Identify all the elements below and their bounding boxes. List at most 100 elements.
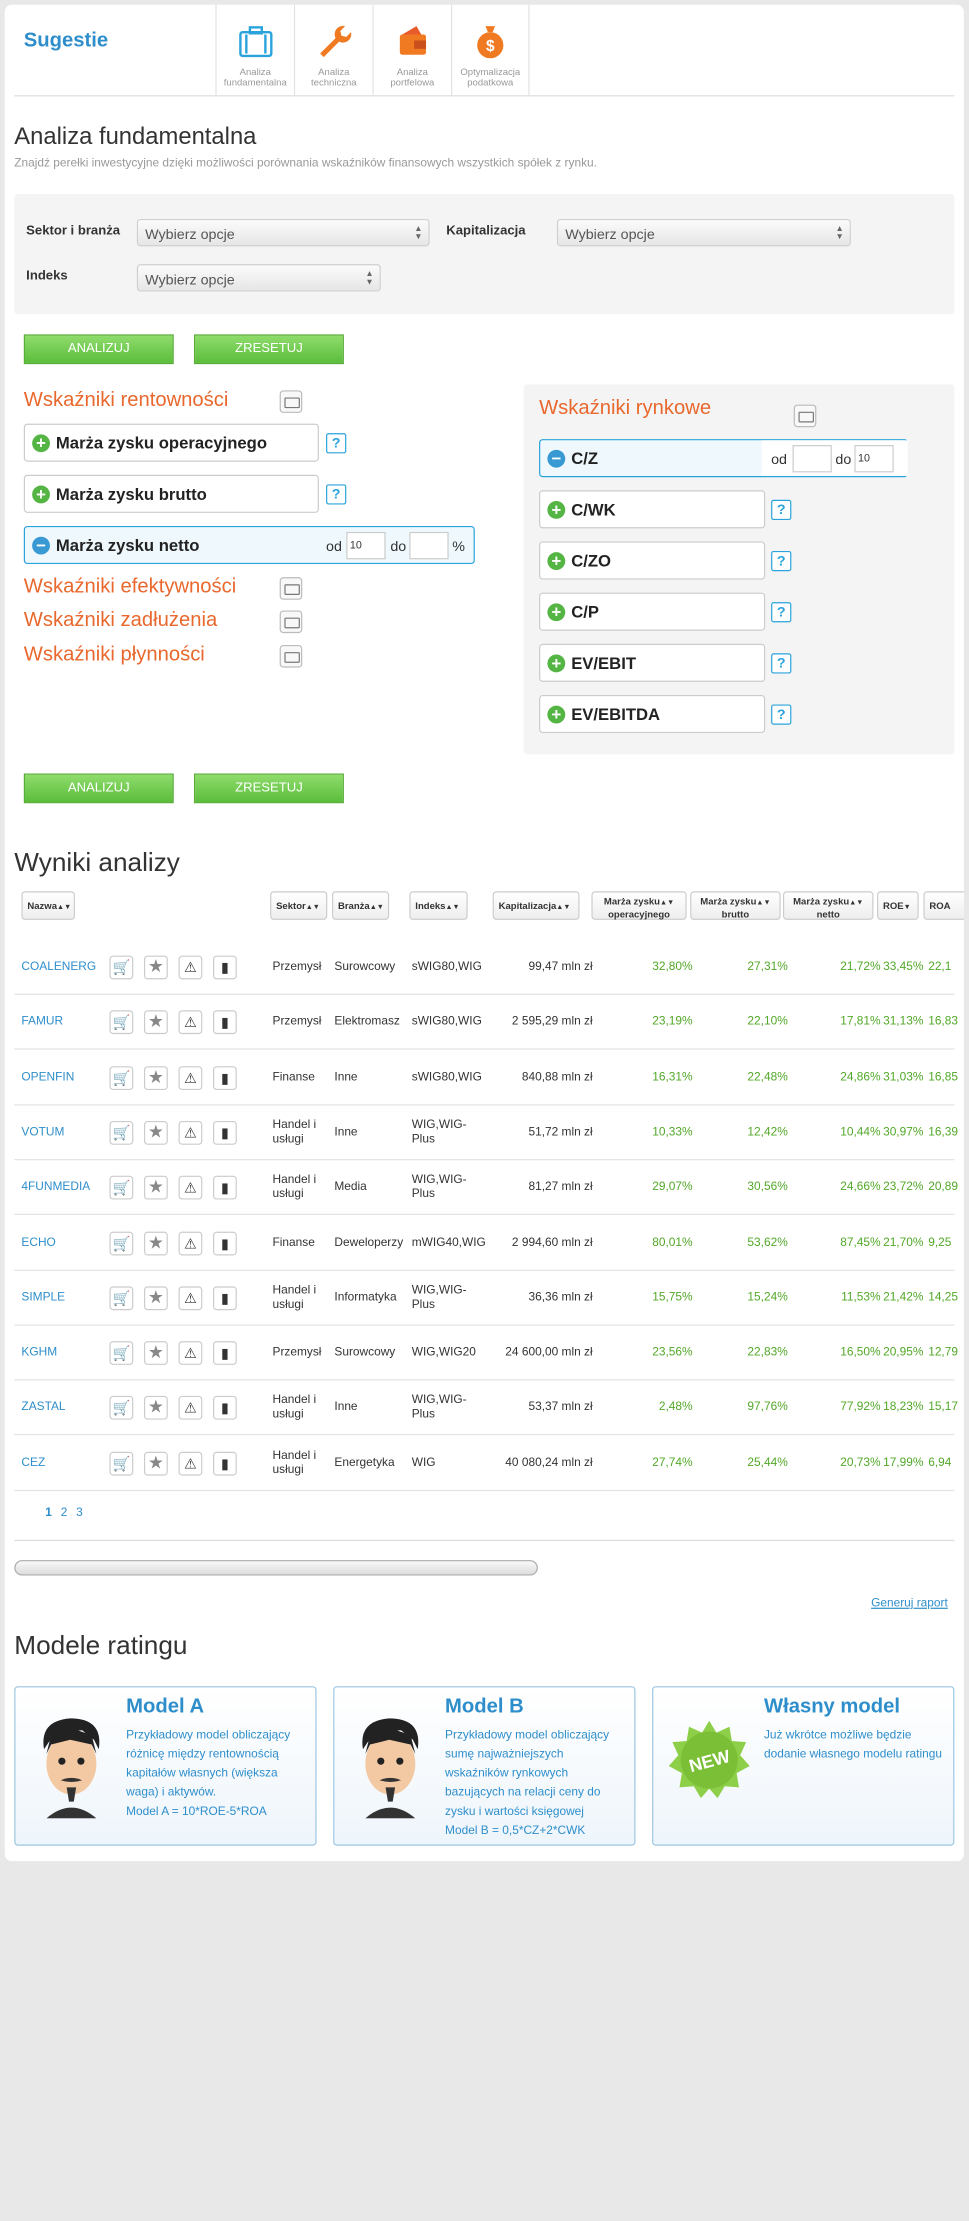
star-icon[interactable]: ★ [143,1175,168,1200]
help-icon[interactable]: ? [326,433,347,454]
analyze-button-bottom[interactable]: ANALIZUJ [23,773,174,804]
model-a-card[interactable]: Model A Przykładowy model obliczający ró… [14,1686,317,1846]
market-title[interactable]: Wskaźniki rynkowe [539,396,711,420]
debt-title[interactable]: Wskaźniki zadłużenia [24,608,217,632]
star-icon[interactable]: ★ [143,1286,168,1310]
chart-toggle-icon[interactable] [279,577,303,600]
chart-toggle-icon[interactable] [793,404,817,428]
minus-icon[interactable]: − [32,536,50,555]
plus-icon[interactable]: + [547,706,566,724]
cart-icon[interactable]: 🛒 [109,1010,134,1035]
index-select[interactable]: Wybierz opcje ▲ ▼ [136,264,381,292]
star-icon[interactable]: ★ [143,1120,168,1145]
company-link[interactable]: COALENERG [21,960,96,974]
cart-icon[interactable]: 🛒 [109,1396,134,1421]
indicator-net-margin[interactable]: − Marża zysku netto od 10 do % [23,525,475,565]
col-header-roe[interactable]: ROE▼ [877,891,919,920]
net-from-input[interactable]: 10 [346,531,386,560]
star-icon[interactable]: ★ [143,1010,168,1035]
star-icon[interactable]: ★ [143,955,168,980]
bar-chart-icon[interactable]: ▮ [213,1120,237,1145]
col-header-operating[interactable]: Marża zysku▲▼ operacyjnego [591,891,687,920]
cart-icon[interactable]: 🛒 [109,1286,134,1310]
col-header-sector[interactable]: Sektor▲▼ [270,891,328,920]
indicator-cp[interactable]: + C/P [539,592,766,631]
liquidity-title[interactable]: Wskaźniki płynności [24,643,205,667]
help-icon[interactable]: ? [326,484,347,505]
help-icon[interactable]: ? [771,550,792,572]
company-link[interactable]: ZASTAL [21,1401,65,1415]
bar-chart-icon[interactable]: ▮ [213,1231,237,1255]
plus-icon[interactable]: + [32,434,50,453]
help-icon[interactable]: ? [771,704,792,725]
minus-icon[interactable]: − [547,449,566,468]
star-icon[interactable]: ★ [143,1451,168,1476]
warning-icon[interactable]: ⚠ [178,1451,203,1476]
col-header-net[interactable]: Marża zysku▲▼ netto [783,891,874,920]
company-link[interactable]: VOTUM [21,1126,64,1140]
warning-icon[interactable]: ⚠ [178,955,203,980]
col-header-gross[interactable]: Marża zysku▲▼ brutto [690,891,781,920]
reset-button-bottom[interactable]: ZRESETUJ [193,773,344,804]
warning-icon[interactable]: ⚠ [178,1231,203,1255]
page-link-3[interactable]: 3 [76,1507,83,1521]
cart-icon[interactable]: 🛒 [109,955,134,980]
net-to-input[interactable] [409,531,449,560]
cart-icon[interactable]: 🛒 [109,1341,134,1366]
plus-icon[interactable]: + [547,552,566,571]
warning-icon[interactable]: ⚠ [178,1341,203,1366]
col-header-name[interactable]: Nazwa▲▼ [21,891,75,920]
cart-icon[interactable]: 🛒 [109,1175,134,1200]
page-link-2[interactable]: 2 [61,1507,68,1521]
star-icon[interactable]: ★ [143,1231,168,1255]
tab-optymalizacja-podatkowa[interactable]: $ Optymalizacja podatkowa [451,4,530,96]
cz-to-input[interactable]: 10 [854,445,894,473]
tab-analiza-fundamentalna[interactable]: Analiza fundamentalna [215,4,294,96]
indicator-operating-margin[interactable]: + Marża zysku operacyjnego [23,423,319,462]
indicator-ev-ebitda[interactable]: + EV/EBITDA [539,694,766,734]
cap-select[interactable]: Wybierz opcje ▲ ▼ [556,218,851,247]
help-icon[interactable]: ? [771,602,792,623]
bar-chart-icon[interactable]: ▮ [213,1065,237,1090]
sector-select[interactable]: Wybierz opcje ▲ ▼ [136,218,430,247]
reset-button[interactable]: ZRESETUJ [193,334,344,365]
page-link-1[interactable]: 1 [45,1507,52,1521]
indicator-gross-margin[interactable]: + Marża zysku brutto [23,474,319,513]
col-header-industry[interactable]: Branża▲▼ [332,891,390,920]
bar-chart-icon[interactable]: ▮ [213,1175,237,1200]
warning-icon[interactable]: ⚠ [178,1175,203,1200]
star-icon[interactable]: ★ [143,1396,168,1421]
cart-icon[interactable]: 🛒 [109,1231,134,1255]
chart-toggle-icon[interactable] [279,644,303,668]
star-icon[interactable]: ★ [143,1341,168,1366]
indicator-cwk[interactable]: + C/WK [539,490,766,529]
analyze-button[interactable]: ANALIZUJ [23,334,174,365]
company-link[interactable]: OPENFIN [21,1071,74,1085]
horizontal-scrollbar[interactable] [14,1560,538,1576]
col-header-roa[interactable]: ROA [923,891,964,920]
profitability-title[interactable]: Wskaźniki rentowności [24,388,229,412]
company-link[interactable]: 4FUNMEDIA [21,1181,90,1195]
col-header-cap[interactable]: Kapitalizacja▲▼ [492,891,580,920]
tab-analiza-techniczna[interactable]: Analiza techniczna [293,4,373,96]
company-link[interactable]: KGHM [21,1346,57,1360]
bar-chart-icon[interactable]: ▮ [213,1396,237,1421]
generate-report-link[interactable]: Generuj raport [871,1597,948,1611]
cart-icon[interactable]: 🛒 [109,1451,134,1476]
indicator-ev-ebit[interactable]: + EV/EBIT [539,643,766,682]
star-icon[interactable]: ★ [143,1065,168,1090]
warning-icon[interactable]: ⚠ [178,1065,203,1090]
model-b-card[interactable]: Model B Przykładowy model obliczający su… [333,1686,636,1846]
company-link[interactable]: CEZ [21,1456,45,1470]
chart-toggle-icon[interactable] [279,390,303,413]
help-icon[interactable]: ? [771,653,792,674]
help-icon[interactable]: ? [771,499,792,521]
own-model-card[interactable]: NEW Własny model Już wkrótce możliwe będ… [652,1686,955,1846]
plus-icon[interactable]: + [547,501,566,519]
warning-icon[interactable]: ⚠ [178,1396,203,1421]
cart-icon[interactable]: 🛒 [109,1065,134,1090]
tab-analiza-portfelowa[interactable]: Analiza portfelowa [372,4,451,96]
company-link[interactable]: ECHO [21,1236,55,1250]
company-link[interactable]: FAMUR [21,1015,63,1029]
chart-toggle-icon[interactable] [279,610,303,634]
